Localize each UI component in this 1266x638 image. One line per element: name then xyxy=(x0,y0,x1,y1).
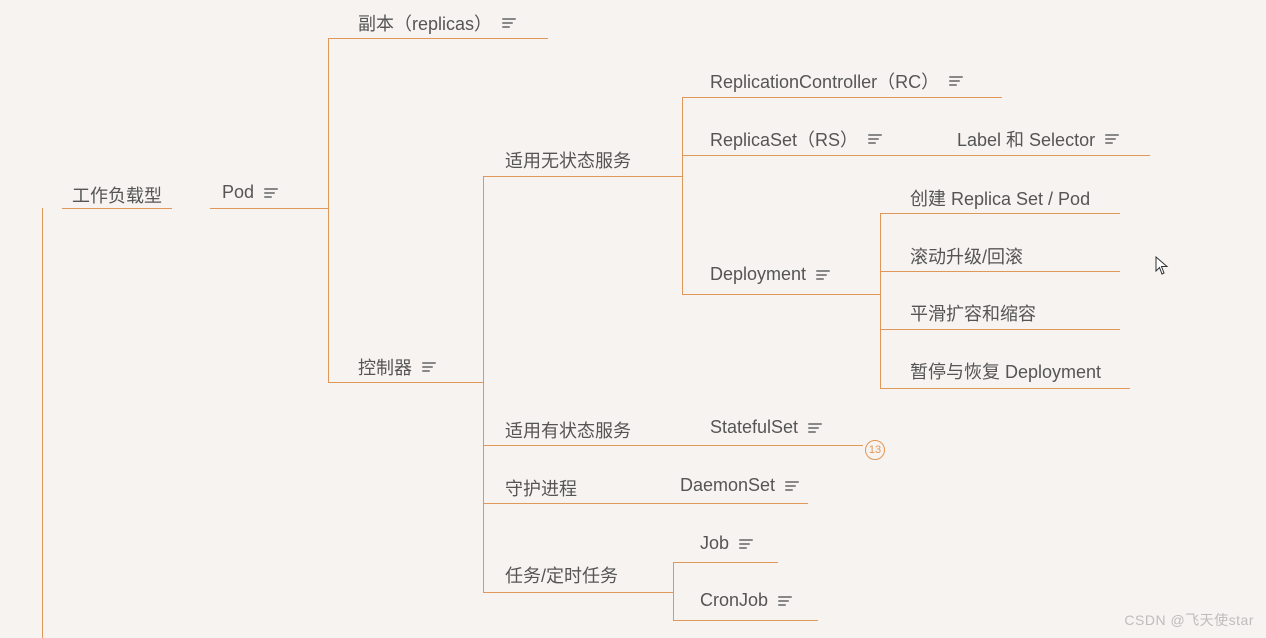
connector xyxy=(857,294,880,295)
node-dep-create[interactable]: 创建 Replica Set / Pod xyxy=(910,185,1090,211)
node-dep-pause[interactable]: 暂停与恢复 Deployment xyxy=(910,358,1101,384)
connector xyxy=(880,329,1120,330)
node-stateless[interactable]: 适用无状态服务 xyxy=(505,147,631,173)
node-rs-label: ReplicaSet（RS） xyxy=(710,126,858,152)
node-job-label: Job xyxy=(700,533,729,554)
connector xyxy=(880,213,881,388)
notes-icon xyxy=(502,18,516,28)
connector xyxy=(468,382,483,383)
node-cronjob-label: CronJob xyxy=(700,590,768,611)
connector xyxy=(483,176,673,177)
notes-icon xyxy=(816,270,830,280)
notes-icon xyxy=(1105,134,1119,144)
node-pod[interactable]: Pod xyxy=(222,182,278,203)
node-statefulset-label: StatefulSet xyxy=(710,417,798,438)
connector xyxy=(310,208,328,209)
connector xyxy=(682,155,902,156)
connector xyxy=(902,155,1150,156)
node-jobs[interactable]: 任务/定时任务 xyxy=(505,562,618,588)
node-deployment-label: Deployment xyxy=(710,264,806,285)
node-rc[interactable]: ReplicationController（RC） xyxy=(710,68,963,94)
node-dep-pause-label: 暂停与恢复 Deployment xyxy=(910,358,1101,384)
node-labelsel-label: Label 和 Selector xyxy=(957,126,1095,152)
count-badge-label: 13 xyxy=(869,444,881,456)
notes-icon xyxy=(739,539,753,549)
connector xyxy=(42,208,43,638)
mindmap-canvas: 工作负载型 Pod 副本（replicas） 控制器 适用无状态服务 适用有状态… xyxy=(0,0,1266,638)
node-stateless-label: 适用无状态服务 xyxy=(505,147,631,173)
connector xyxy=(682,294,857,295)
connector xyxy=(673,176,682,177)
node-cronjob[interactable]: CronJob xyxy=(700,590,792,611)
node-replicas[interactable]: 副本（replicas） xyxy=(358,10,516,36)
connector xyxy=(483,445,863,446)
connector xyxy=(328,38,329,382)
node-pod-label: Pod xyxy=(222,182,254,203)
node-daemon[interactable]: 守护进程 xyxy=(505,475,577,501)
node-job[interactable]: Job xyxy=(700,533,753,554)
watermark: CSDN @飞天使star xyxy=(1124,610,1254,630)
node-dep-create-label: 创建 Replica Set / Pod xyxy=(910,185,1090,211)
notes-icon xyxy=(264,188,278,198)
count-badge: 13 xyxy=(865,440,885,460)
connector xyxy=(483,592,673,593)
notes-icon xyxy=(785,481,799,491)
node-stateful-label: 适用有状态服务 xyxy=(505,417,631,443)
connector xyxy=(682,97,1002,98)
node-deployment[interactable]: Deployment xyxy=(710,264,830,285)
node-root-label: 工作负载型 xyxy=(72,182,162,208)
connector xyxy=(880,388,1130,389)
cursor-icon xyxy=(1155,256,1169,276)
node-replicas-label: 副本（replicas） xyxy=(358,10,492,36)
node-daemon-label: 守护进程 xyxy=(505,475,577,501)
connector xyxy=(880,213,1120,214)
node-dep-roll-label: 滚动升级/回滚 xyxy=(910,243,1023,269)
notes-icon xyxy=(868,134,882,144)
node-dep-roll[interactable]: 滚动升级/回滚 xyxy=(910,243,1023,269)
connector xyxy=(673,562,778,563)
node-root[interactable]: 工作负载型 xyxy=(72,182,162,208)
node-dep-scale-label: 平滑扩容和缩容 xyxy=(910,300,1036,326)
connector xyxy=(682,97,683,294)
node-daemonset[interactable]: DaemonSet xyxy=(680,475,799,496)
connector xyxy=(673,620,818,621)
node-rs[interactable]: ReplicaSet（RS） xyxy=(710,126,882,152)
connector xyxy=(328,38,548,39)
connector xyxy=(210,208,310,209)
connector xyxy=(483,176,484,592)
notes-icon xyxy=(422,362,436,372)
notes-icon xyxy=(778,596,792,606)
node-stateful[interactable]: 适用有状态服务 xyxy=(505,417,631,443)
node-controller-label: 控制器 xyxy=(358,354,412,380)
notes-icon xyxy=(808,423,822,433)
connector xyxy=(62,208,172,209)
node-labelsel[interactable]: Label 和 Selector xyxy=(957,126,1119,152)
connector xyxy=(328,382,468,383)
node-jobs-label: 任务/定时任务 xyxy=(505,562,618,588)
node-daemonset-label: DaemonSet xyxy=(680,475,775,496)
node-controller[interactable]: 控制器 xyxy=(358,354,436,380)
node-rc-label: ReplicationController（RC） xyxy=(710,68,939,94)
connector xyxy=(880,271,1120,272)
notes-icon xyxy=(949,76,963,86)
node-statefulset[interactable]: StatefulSet xyxy=(710,417,822,438)
node-dep-scale[interactable]: 平滑扩容和缩容 xyxy=(910,300,1036,326)
connector xyxy=(483,503,808,504)
connector xyxy=(673,562,674,620)
